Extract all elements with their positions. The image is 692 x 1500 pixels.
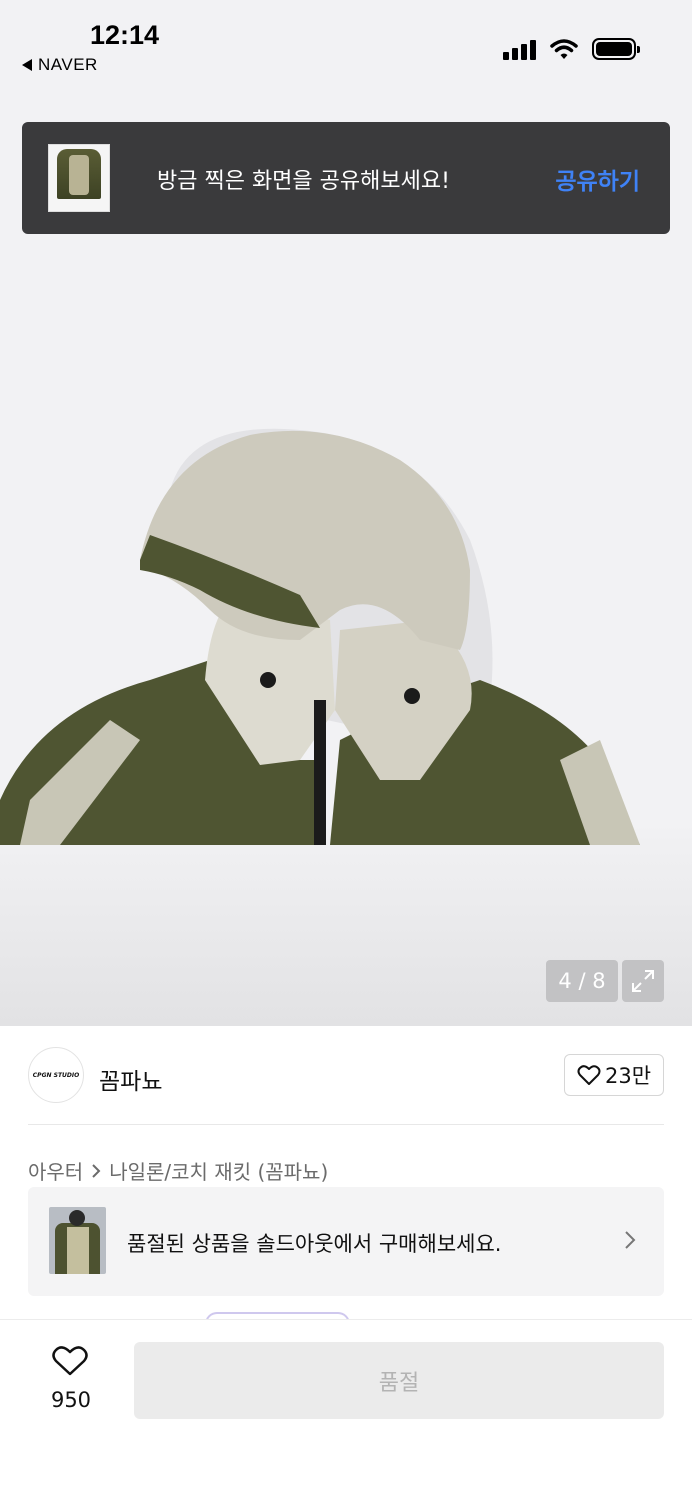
product-image-area: 12:14 NAVER 방금 찍은 화면을 공유해보세요! 공유하기 4 / 8	[0, 0, 692, 1026]
jacket-photo[interactable]	[0, 240, 692, 845]
back-app-label: NAVER	[38, 55, 98, 74]
wifi-icon	[550, 39, 578, 59]
chevron-right-icon	[625, 1231, 636, 1249]
share-toast: 방금 찍은 화면을 공유해보세요! 공유하기	[22, 122, 670, 234]
seller-like-count: 23만	[604, 1064, 652, 1088]
heart-icon	[52, 1346, 88, 1376]
status-indicators	[503, 38, 640, 60]
cellular-signal-icon	[503, 38, 536, 60]
product-page: 12:14 NAVER 방금 찍은 화면을 공유해보세요! 공유하기 4 / 8…	[0, 0, 692, 1500]
back-arrow-icon	[22, 59, 32, 71]
share-button[interactable]: 공유하기	[555, 162, 640, 196]
seller-like-button[interactable]: 23만	[564, 1054, 664, 1096]
wish-count: 950	[50, 1388, 92, 1412]
fullscreen-button[interactable]	[622, 960, 664, 1002]
toast-message: 방금 찍은 화면을 공유해보세요!	[157, 169, 450, 194]
wish-button[interactable]	[44, 1345, 96, 1381]
seller-name[interactable]: 꼼파뇨	[99, 1062, 162, 1096]
divider	[28, 1124, 664, 1125]
image-counter: 4 / 8	[546, 960, 618, 1002]
breadcrumb: 아우터 나일론/코치 재킷 (꼼파뇨)	[28, 1156, 328, 1185]
soldout-button[interactable]: 품절	[134, 1342, 664, 1419]
seller-logo-text: CPGN STUDIO	[32, 1071, 80, 1079]
soldout-product-thumbnail	[49, 1207, 106, 1274]
breadcrumb-subcategory[interactable]: 나일론/코치 재킷 (꼼파뇨)	[109, 1156, 328, 1185]
heart-icon	[577, 1065, 601, 1085]
soldout-banner[interactable]: 품절된 상품을 솔드아웃에서 구매해보세요.	[28, 1187, 664, 1296]
seller-logo[interactable]: CPGN STUDIO	[28, 1047, 84, 1103]
screenshot-thumbnail[interactable]	[48, 144, 110, 212]
status-time: 12:14	[90, 20, 160, 50]
expand-icon	[632, 970, 654, 992]
bottom-action-bar: 950 품절	[0, 1319, 692, 1500]
battery-icon	[592, 38, 640, 60]
chevron-right-icon	[92, 1163, 101, 1178]
soldout-banner-text: 품절된 상품을 솔드아웃에서 구매해보세요.	[127, 1232, 502, 1256]
breadcrumb-category[interactable]: 아우터	[28, 1156, 83, 1185]
back-to-app-link[interactable]: NAVER	[22, 55, 98, 75]
